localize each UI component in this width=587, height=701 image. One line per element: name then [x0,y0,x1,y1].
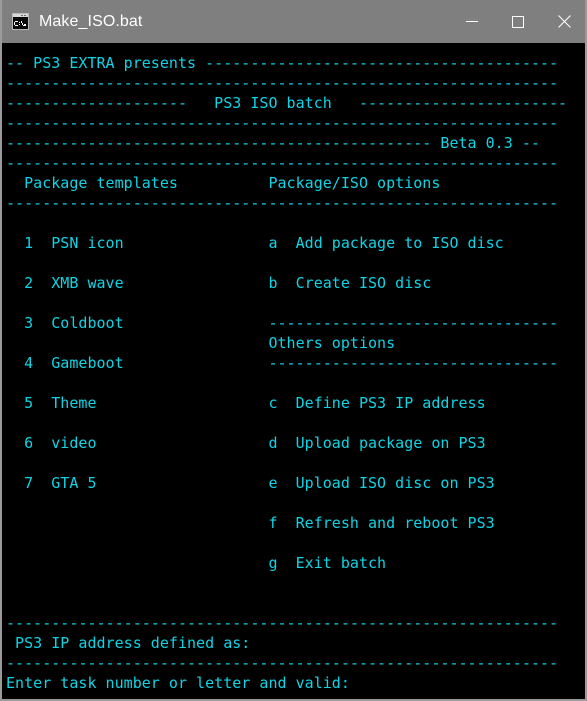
console-line: Others options [6,334,396,352]
console-line: ----------------------------------------… [6,654,559,672]
cmd-console-icon [12,13,29,30]
minimize-button[interactable] [449,0,495,43]
console-line: 4 Gameboot -----------------------------… [6,354,559,372]
console-line: ----------------------------------------… [6,134,540,152]
console-line: 2 XMB wave b Create ISO disc [6,274,432,292]
console-line: 5 Theme c Define PS3 IP address [6,394,486,412]
console-line: 1 PSN icon a Add package to ISO disc [6,234,504,252]
console-output-area[interactable]: -- PS3 EXTRA presents ------------------… [2,43,585,699]
window-title: Make_ISO.bat [39,13,143,30]
console-line: PS3 IP address defined as: [6,634,251,652]
title-bar[interactable]: Make_ISO.bat [2,0,585,43]
console-line: -- PS3 EXTRA presents ------------------… [6,54,559,72]
console-line: ----------------------------------------… [6,614,559,632]
console-line: Package templates Package/ISO options [6,174,441,192]
console-line: 3 Coldboot -----------------------------… [6,314,559,332]
maximize-button[interactable] [495,0,541,43]
console-line: 7 GTA 5 e Upload ISO disc on PS3 [6,474,495,492]
close-button[interactable] [541,0,585,43]
console-line: ----------------------------------------… [6,154,559,172]
console-line: -------------------- PS3 ISO batch -----… [6,94,568,112]
console-line: Enter task number or letter and valid: [6,674,350,692]
console-line: ----------------------------------------… [6,194,559,212]
console-line: f Refresh and reboot PS3 [6,514,495,532]
console-line: ----------------------------------------… [6,74,559,92]
console-text: -- PS3 EXTRA presents ------------------… [6,53,581,693]
console-line: g Exit batch [6,554,387,572]
console-line: ----------------------------------------… [6,114,559,132]
console-line: 6 video d Upload package on PS3 [6,434,486,452]
console-window: Make_ISO.bat -- PS3 EXTRA presents -----… [0,0,587,701]
